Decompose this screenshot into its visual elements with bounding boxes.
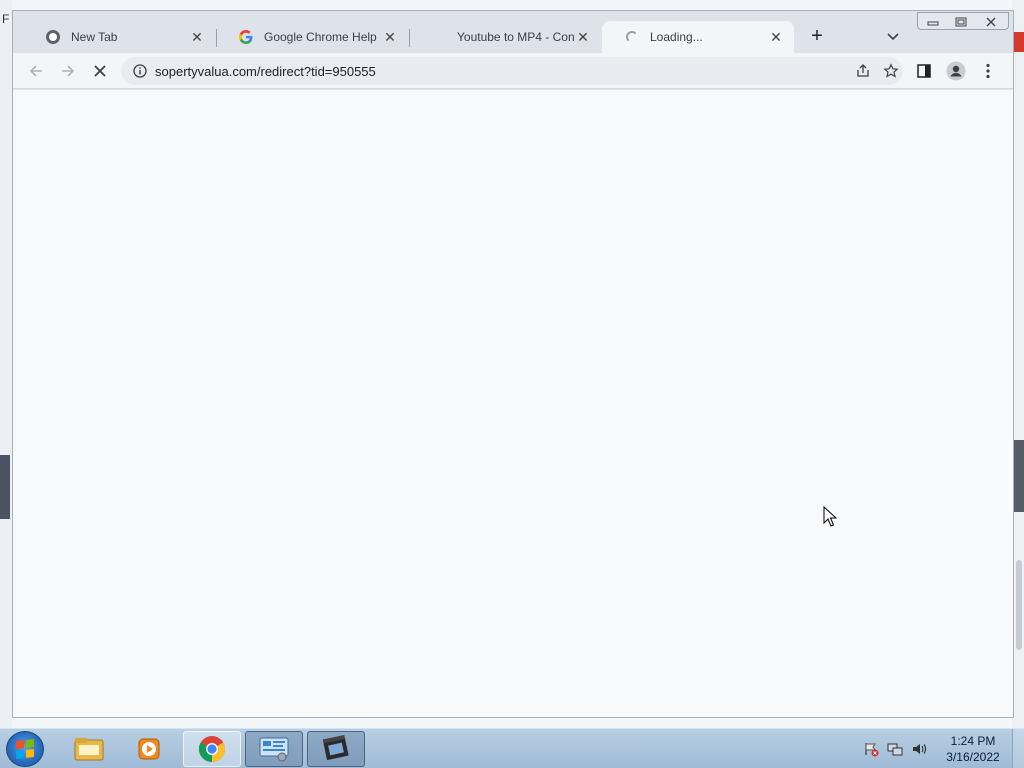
bookmark-star-icon[interactable] [881,61,901,81]
clock-time: 1:24 PM [950,734,996,748]
blank-favicon [431,29,447,45]
arrow-right-icon [62,65,75,77]
tab-title: Google Chrome Help [264,30,377,44]
tab-youtube-to-mp4[interactable]: Youtube to MP4 - Conve ✕ [409,21,601,53]
background-window-left: F [0,0,12,728]
back-button[interactable] [23,58,49,84]
close-tab-icon[interactable]: ✕ [382,29,398,45]
tab-title: Youtube to MP4 - Conve [457,30,575,44]
background-panel [0,455,10,519]
tab-title: Loading... [650,30,703,44]
tab-title: New Tab [71,30,118,44]
control-panel-icon [259,737,289,762]
chrome-window: New Tab ✕ Google Chrome Help ✕ Youtube t… [12,10,1014,718]
close-tab-icon[interactable]: ✕ [768,29,784,45]
address-bar[interactable]: sopertyvalua.com/redirect?tid=950555 [121,57,903,85]
close-tab-icon[interactable]: ✕ [575,29,591,45]
site-info-icon[interactable] [125,57,155,85]
share-icon[interactable] [853,61,873,81]
taskbar-chrome[interactable] [183,731,241,767]
start-button[interactable] [6,731,44,767]
menu-button[interactable] [975,58,1001,84]
tab-search-button[interactable] [883,27,903,47]
side-panel-icon [917,64,931,78]
taskbar-clock[interactable]: 1:24 PM 3/16/2022 [940,733,1006,765]
url-text[interactable]: sopertyvalua.com/redirect?tid=950555 [155,64,376,79]
background-red-badge [1014,32,1024,52]
tab-new-tab[interactable]: New Tab ✕ [23,21,215,53]
folder-icon [74,738,104,761]
minimize-icon [927,21,939,26]
chrome-icon [45,29,61,45]
minimize-button[interactable] [920,13,946,31]
browser-toolbar: sopertyvalua.com/redirect?tid=950555 [13,53,1013,89]
volume-icon[interactable] [910,740,928,758]
stop-icon [94,65,106,77]
stop-loading-button[interactable] [87,58,113,84]
clock-date: 3/16/2022 [946,750,1000,764]
tab-google-chrome-help[interactable]: Google Chrome Help ✕ [216,21,408,53]
close-tab-icon[interactable]: ✕ [189,29,205,45]
google-g-icon [238,29,254,45]
windows-logo-icon [16,739,34,759]
close-icon [986,17,996,27]
chevron-down-icon [887,33,899,41]
maximize-button[interactable] [948,13,974,31]
kebab-menu-icon [986,63,990,79]
arrow-left-icon [29,65,42,77]
loading-spinner-icon [624,29,640,45]
film-strip-icon [322,734,349,761]
taskbar: 1:24 PM 3/16/2022 [0,728,1024,768]
chrome-icon [198,736,226,763]
window-controls [917,12,1009,30]
new-tab-button[interactable]: + [805,26,829,47]
tab-strip: New Tab ✕ Google Chrome Help ✕ Youtube t… [13,11,1013,53]
tab-loading[interactable]: Loading... ✕ [602,21,794,53]
profile-button[interactable] [943,58,969,84]
taskbar-movie-maker[interactable] [307,731,365,767]
close-window-button[interactable] [978,13,1004,31]
system-tray [862,737,928,761]
show-desktop-button[interactable] [1012,729,1024,768]
side-panel-button[interactable] [911,58,937,84]
taskbar-media-player[interactable] [120,731,178,767]
media-player-icon [138,738,160,760]
page-content [13,90,1013,717]
avatar-icon [946,61,966,81]
network-icon[interactable] [886,740,904,758]
restore-icon [955,17,967,27]
background-scrollbar [1016,560,1022,650]
action-center-flag-icon[interactable] [862,740,880,758]
taskbar-explorer[interactable] [60,731,118,767]
forward-button[interactable] [55,58,81,84]
mouse-cursor-icon [823,506,837,527]
background-glyph: F [2,12,10,26]
taskbar-control-panel[interactable] [245,731,303,767]
